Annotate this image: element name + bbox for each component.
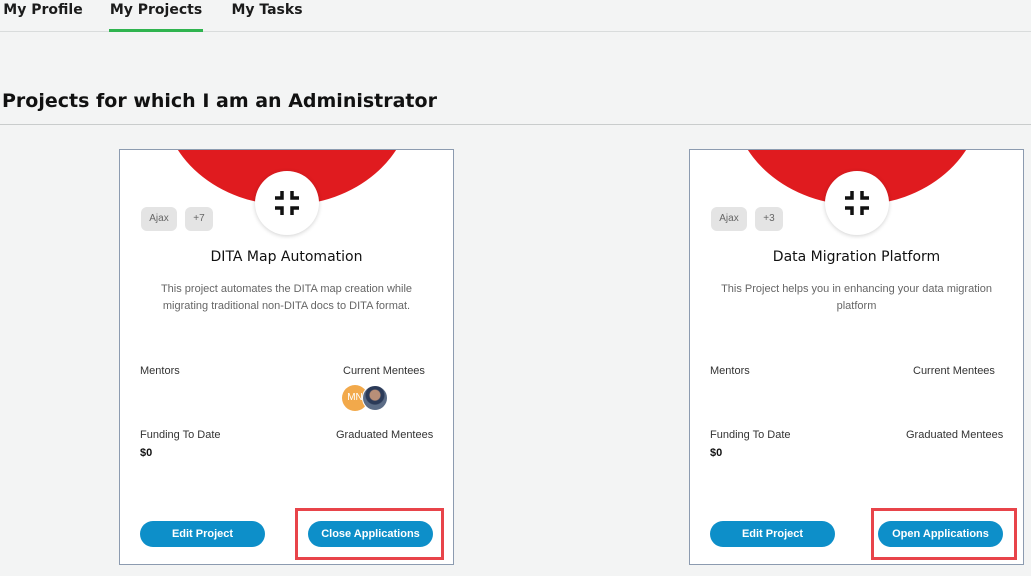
project-description: This Project helps you in enhancing your…: [721, 283, 992, 312]
edit-project-button[interactable]: Edit Project: [710, 521, 835, 547]
open-applications-button[interactable]: Open Applications: [878, 521, 1003, 547]
tab-bar: My Profile My Projects My Tasks: [0, 0, 1031, 32]
project-card: Ajax +7 DITA Map Automation This project…: [119, 149, 454, 565]
mentors-label: Mentors: [710, 365, 750, 377]
project-logo: [825, 171, 889, 235]
project-logo: [255, 171, 319, 235]
tab-my-tasks[interactable]: My Tasks: [229, 0, 305, 32]
funding-label: Funding To Date: [710, 429, 791, 441]
graduated-mentees-label: Graduated Mentees: [906, 429, 1004, 441]
section-divider: [0, 124, 1031, 125]
more-tags-badge: +3: [755, 207, 783, 231]
funding-value: $0: [710, 447, 723, 459]
edit-project-button[interactable]: Edit Project: [140, 521, 265, 547]
collapse-arrows-icon: [845, 191, 869, 215]
current-mentees-label: Current Mentees: [913, 365, 995, 377]
tech-tag: Ajax: [141, 207, 177, 231]
project-title: Data Migration Platform: [772, 249, 941, 265]
project-title: DITA Map Automation: [210, 249, 363, 265]
project-card: Ajax +3 Data Migration Platform This Pro…: [689, 149, 1024, 565]
collapse-arrows-icon: [275, 191, 299, 215]
tech-tag: Ajax: [711, 207, 747, 231]
mentors-label: Mentors: [140, 365, 180, 377]
section-title: Projects for which I am an Administrator: [2, 90, 437, 112]
funding-value: $0: [140, 447, 153, 459]
funding-label: Funding To Date: [140, 429, 221, 441]
tab-my-profile[interactable]: My Profile: [2, 0, 84, 32]
tab-my-projects[interactable]: My Projects: [109, 0, 203, 32]
more-tags-badge: +7: [185, 207, 213, 231]
close-applications-button[interactable]: Close Applications: [308, 521, 433, 547]
avatar[interactable]: [362, 385, 388, 411]
current-mentees-label: Current Mentees: [343, 365, 425, 377]
project-description: This project automates the DITA map crea…: [160, 283, 413, 312]
graduated-mentees-label: Graduated Mentees: [336, 429, 434, 441]
